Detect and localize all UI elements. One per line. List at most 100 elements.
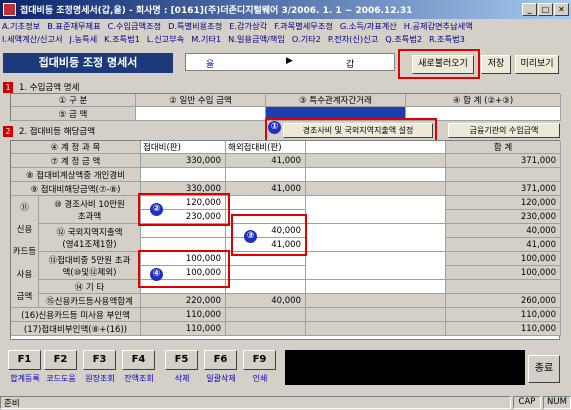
menu-item[interactable]: K.조특법1 xyxy=(104,33,140,46)
related-party-cell[interactable] xyxy=(266,107,406,121)
row-label-line: ⑬접대비중 5만원 초과 xyxy=(48,255,131,266)
blank-cell xyxy=(306,182,446,196)
blank-cell xyxy=(306,308,446,322)
column-header: ③ 특수관계자간거래 xyxy=(266,94,406,107)
maximize-button[interactable]: □ xyxy=(538,3,553,16)
menu-item[interactable]: O.기타2 xyxy=(292,33,321,46)
menu-item[interactable]: B.표준재무제표 xyxy=(47,20,100,33)
credit-card-side-label: ⑪ 신용 카드등 사용 금액 xyxy=(11,196,39,308)
total-cell: 100,000 xyxy=(446,266,561,280)
amount-cell[interactable] xyxy=(226,210,306,224)
preview-button[interactable]: 미리보기 xyxy=(515,55,559,74)
column-header: ② 일반 수입 금액 xyxy=(136,94,266,107)
period-from[interactable]: 을 xyxy=(206,57,214,70)
total-cell: 100,000 xyxy=(446,252,561,266)
amount-cell[interactable] xyxy=(226,196,306,210)
row-label-line: (영41조제1항) xyxy=(62,239,117,250)
f3-key[interactable]: F3 xyxy=(83,350,116,370)
finance-income-button[interactable]: 금융기관의 수입금액 xyxy=(448,123,560,138)
period-box: 을 ▶ 갑 xyxy=(185,53,395,71)
amount-cell[interactable] xyxy=(141,168,226,182)
amount-cell[interactable] xyxy=(226,168,306,182)
side-label-part: ⑪ xyxy=(20,203,29,214)
f4-key[interactable]: F4 xyxy=(122,350,155,370)
section-number: 1 xyxy=(3,81,13,93)
save-button[interactable]: 저장 xyxy=(481,55,511,74)
amount-cell[interactable]: 41,000 xyxy=(226,154,306,168)
menu-item[interactable]: P.전자(신)신고 xyxy=(328,33,378,46)
amount-cell: 330,000 xyxy=(141,182,226,196)
column-header: 해외접대비(판) xyxy=(226,141,306,154)
menu-item[interactable]: E.감가상각 xyxy=(229,20,267,33)
cap-indicator: CAP xyxy=(513,396,541,409)
amount-cell[interactable] xyxy=(226,266,306,280)
amount-cell[interactable]: 330,000 xyxy=(141,154,226,168)
marker-1: ① xyxy=(268,121,281,134)
row-label: ⑩ 경조사비 10만원 초과액 xyxy=(39,196,141,224)
f2-key[interactable]: F2 xyxy=(44,350,77,370)
column-header: 접대비(판) xyxy=(141,141,226,154)
total-cell xyxy=(446,168,561,182)
total-cell: 110,000 xyxy=(446,308,561,322)
exit-button[interactable]: 종료 xyxy=(528,355,560,383)
amount-cell[interactable]: 40,000 xyxy=(226,224,306,238)
amount-cell[interactable] xyxy=(141,224,226,238)
row-label: (16)신용카드등 미사용 부인액 xyxy=(11,308,141,322)
row-label-line: 액(⑩및⑫제외) xyxy=(62,267,117,278)
f5-key[interactable]: F5 xyxy=(165,350,198,370)
total-cell: 41,000 xyxy=(446,238,561,252)
amount-cell[interactable] xyxy=(141,280,226,294)
menu-item[interactable]: I.세액계산/신고서 xyxy=(2,33,63,46)
menu-item[interactable]: J.농특세 xyxy=(70,33,98,46)
message-panel xyxy=(285,350,525,385)
amount-cell: 110,000 xyxy=(141,308,226,322)
blank-cell xyxy=(306,168,446,182)
blank-cell xyxy=(306,280,446,294)
f1-key[interactable]: F1 xyxy=(8,350,41,370)
side-label-part: 신용 xyxy=(16,225,33,236)
amount-cell[interactable] xyxy=(226,252,306,266)
general-income-cell[interactable] xyxy=(136,107,266,121)
amount-cell: 110,000 xyxy=(141,322,226,336)
menu-item[interactable]: A.기초정보 xyxy=(2,20,40,33)
period-to[interactable]: 갑 xyxy=(346,57,354,70)
row-label-line: ⑩ 경조사비 10만원 xyxy=(54,199,125,210)
total-cell xyxy=(446,280,561,294)
blank-cell xyxy=(306,224,446,252)
column-header: 합 계 xyxy=(446,141,561,154)
row-label: ⑤ 금 액 xyxy=(11,107,136,121)
amount-cell[interactable]: 100,000 xyxy=(141,252,226,266)
menu-item[interactable]: M.기타1 xyxy=(191,33,221,46)
arrow-icon: ▶ xyxy=(286,56,293,66)
menu-item[interactable]: D.특별비용조정 xyxy=(168,20,222,33)
menu-item[interactable]: Q.조특법2 xyxy=(385,33,422,46)
income-total-cell[interactable] xyxy=(406,107,561,121)
row-label: ⑮신용카드등사용액합계 xyxy=(39,294,141,308)
special-setting-button[interactable]: 경조사비 및 국외지역지출액 설정 xyxy=(283,123,433,138)
amount-cell[interactable]: 41,000 xyxy=(226,238,306,252)
amount-cell[interactable] xyxy=(141,238,226,252)
income-table: ① 구 분 ② 일반 수입 금액 ③ 특수관계자간거래 ④ 합 계 (②+③) … xyxy=(10,93,561,121)
section-label: 1. 수입금액 명세 xyxy=(19,83,80,93)
menu-item[interactable]: G.소득/과표계산 xyxy=(340,20,397,33)
menu-item[interactable]: H.공제감면추납세액 xyxy=(404,20,473,33)
menu-item[interactable]: C.수입금액조정 xyxy=(108,20,162,33)
f6-key[interactable]: F6 xyxy=(204,350,237,370)
f9-key[interactable]: F9 xyxy=(243,350,276,370)
blank-cell xyxy=(306,196,446,224)
amount-cell[interactable] xyxy=(226,280,306,294)
menu-item[interactable]: L.신고부속 xyxy=(147,33,184,46)
menu-item[interactable]: F.과목별세무조정 xyxy=(274,20,333,33)
row-label: ⑧ 접대비계상액중 개인경비 xyxy=(11,168,141,182)
menu-item[interactable]: R.조특법3 xyxy=(429,33,465,46)
function-key-bar: F1 F2 F3 F4 F5 F6 F9 합계등록 코드도움 원장조회 잔액조회… xyxy=(0,345,571,395)
column-header-blank xyxy=(306,141,446,154)
close-window-button[interactable]: ✕ xyxy=(554,3,569,16)
reload-button[interactable]: 새로불러오기 xyxy=(412,55,474,74)
minimize-button[interactable]: _ xyxy=(522,3,537,16)
row-label: ⑭ 기 타 xyxy=(39,280,141,294)
amount-cell: 40,000 xyxy=(226,294,306,308)
menu-row-1: A.기초정보 B.표준재무제표 C.수입금액조정 D.특별비용조정 E.감가상각… xyxy=(0,20,571,33)
section-1-header: 1 1. 수입금액 명세 xyxy=(3,80,79,94)
menu-item[interactable]: N.일용금액/책임 xyxy=(228,33,285,46)
